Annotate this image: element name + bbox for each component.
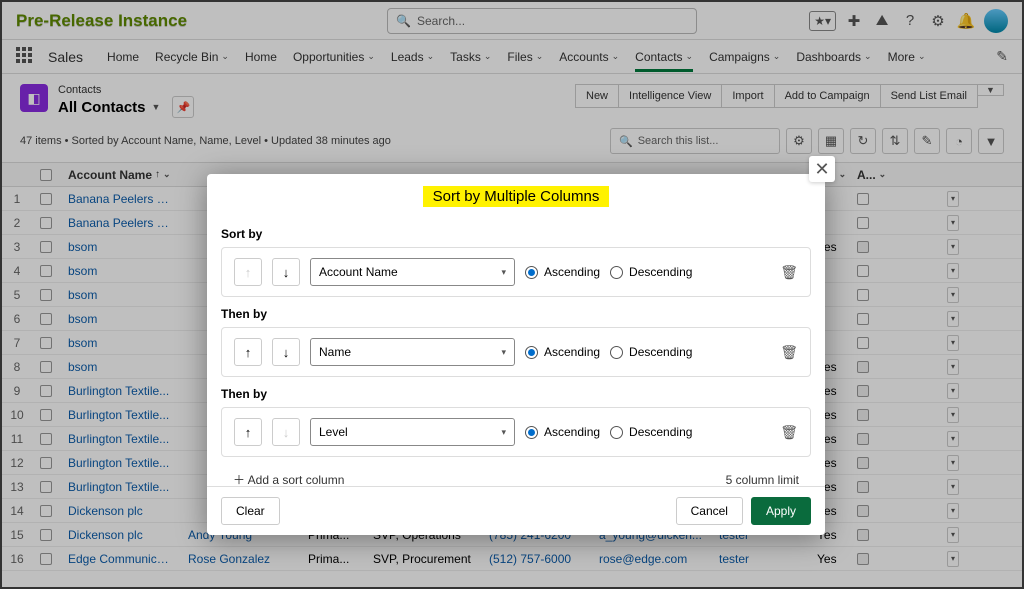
field-select[interactable]: Level▾ (310, 418, 515, 446)
ascending-radio[interactable]: Ascending (525, 425, 600, 439)
sort-by-label: Sort by (221, 227, 811, 241)
move-down-button[interactable]: ↓ (272, 258, 300, 286)
column-limit-label: 5 column limit (726, 473, 799, 487)
move-down-button[interactable]: ↓ (272, 338, 300, 366)
sort-row: ↑ ↓ Level▾ Ascending Descending 🗑 (221, 407, 811, 457)
delete-icon[interactable]: 🗑 (780, 424, 798, 441)
delete-icon[interactable]: 🗑 (780, 264, 798, 281)
move-down-button: ↓ (272, 418, 300, 446)
sort-row: ↑ ↓ Account Name▾ Ascending Descending 🗑 (221, 247, 811, 297)
ascending-radio[interactable]: Ascending (525, 345, 600, 359)
chevron-down-icon: ▾ (501, 427, 506, 438)
clear-button[interactable]: Clear (221, 497, 280, 525)
delete-icon[interactable]: 🗑 (780, 344, 798, 361)
field-select[interactable]: Account Name▾ (310, 258, 515, 286)
modal-footer: Clear Cancel Apply (207, 486, 825, 535)
then-by-label: Then by (221, 307, 811, 321)
sort-row: ↑ ↓ Name▾ Ascending Descending 🗑 (221, 327, 811, 377)
chevron-down-icon: ▾ (501, 347, 506, 358)
modal-title: Sort by Multiple Columns (207, 174, 825, 216)
close-icon[interactable]: ✕ (809, 156, 835, 182)
apply-button[interactable]: Apply (751, 497, 811, 525)
sort-modal: ✕ Sort by Multiple Columns Sort by↑↓Acco… (207, 174, 825, 535)
descending-radio[interactable]: Descending (610, 345, 692, 359)
move-up-button: ↑ (234, 258, 262, 286)
add-sort-column-link[interactable]: ＋ Add a sort column (233, 471, 344, 486)
then-by-label: Then by (221, 387, 811, 401)
chevron-down-icon: ▾ (501, 267, 506, 278)
ascending-radio[interactable]: Ascending (525, 265, 600, 279)
descending-radio[interactable]: Descending (610, 265, 692, 279)
field-select[interactable]: Name▾ (310, 338, 515, 366)
move-up-button[interactable]: ↑ (234, 418, 262, 446)
descending-radio[interactable]: Descending (610, 425, 692, 439)
cancel-button[interactable]: Cancel (676, 497, 743, 525)
move-up-button[interactable]: ↑ (234, 338, 262, 366)
